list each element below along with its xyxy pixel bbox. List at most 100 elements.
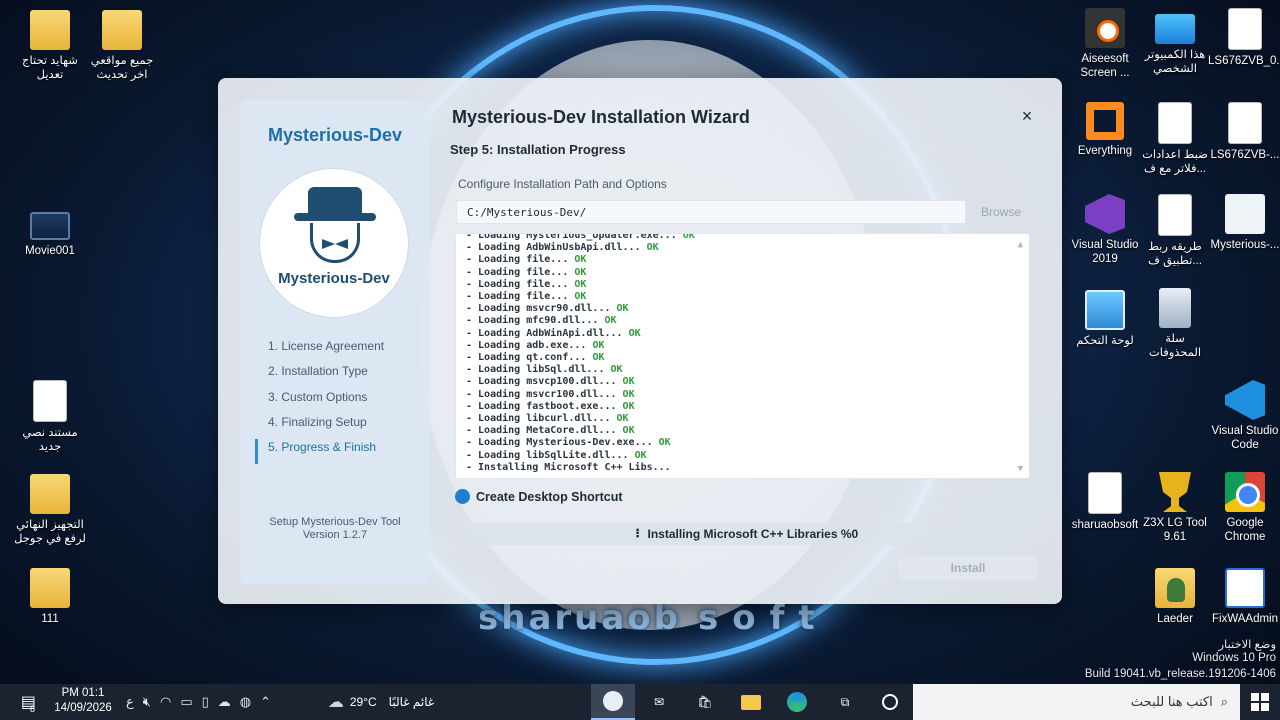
show-hidden-icons-icon[interactable]: ⌃ <box>260 694 271 710</box>
log-line-text: - Loading file... <box>466 291 575 303</box>
weather-widget[interactable]: ☁ 29°C غائم غالبًا <box>316 684 446 720</box>
wallpaper-text-right: soft <box>698 598 829 638</box>
log-line-status: OK <box>634 449 647 461</box>
chrome-file-icon <box>1088 472 1122 514</box>
desktop-icon-movie001[interactable]: Movie001 <box>13 204 87 258</box>
install-log[interactable]: - Loading Mysterious_Updater.exe... OK - … <box>455 233 1030 479</box>
scroll-down-icon[interactable]: ▼ <box>1018 464 1023 474</box>
desktop-icon-control-panel[interactable]: لوحة التحكم <box>1068 290 1142 348</box>
start-button[interactable] <box>1240 684 1280 720</box>
desktop-icon-fixwaadmin[interactable]: FixWAAdmin <box>1208 568 1280 626</box>
everything-icon <box>1086 102 1124 140</box>
log-line: - Loading AdbWinUsbApi.dll... OK <box>466 242 695 254</box>
log-line: - Loading msvcp100.dll... OK <box>466 376 695 388</box>
logo-text: Mysterious-Dev <box>278 270 390 287</box>
log-line-status: OK <box>616 413 629 425</box>
desktop-icon-z3x[interactable]: Z3X LG Tool 9.61 <box>1138 472 1212 544</box>
cortana-icon[interactable] <box>868 684 912 720</box>
windows-build-text: Build 19041.vb_release.191206-1406 <box>1084 668 1276 680</box>
mail-icon[interactable]: ✉ <box>637 684 681 720</box>
log-line: - Loading file... OK <box>466 279 695 291</box>
app-window-icon <box>1225 568 1265 608</box>
file-icon <box>1228 102 1262 144</box>
tray-app-icon[interactable]: ◍ <box>240 694 251 710</box>
desktop-shortcut-option[interactable]: Create Desktop Shortcut <box>455 489 623 504</box>
desktop-icon-111[interactable]: 111 <box>13 568 87 626</box>
close-icon[interactable]: × <box>1018 106 1036 128</box>
desktop-icon-this-pc[interactable]: هذا الكمبيوتر الشخصي <box>1138 8 1212 76</box>
step-progress-finish: 5. Progress & Finish <box>255 439 384 465</box>
onedrive-icon[interactable]: ☁ <box>218 694 231 710</box>
folder-icon <box>30 10 70 50</box>
log-line-status: OK <box>616 303 629 315</box>
search-placeholder: اكتب هنا للبحث <box>1130 694 1213 709</box>
face-icon <box>310 223 360 263</box>
folder-icon <box>30 568 70 608</box>
log-line-text: - Loading adb.exe... <box>466 339 593 351</box>
file-explorer-icon[interactable] <box>729 684 773 720</box>
computer-icon <box>1155 14 1195 44</box>
desktop-icon-my-sites[interactable]: جميع مواقعي اخر تحديث <box>85 10 159 82</box>
desktop-icon-ls676-1[interactable]: LS676ZVB_0... <box>1208 8 1280 68</box>
browse-button[interactable]: Browse <box>972 200 1030 224</box>
windows-logo-icon <box>1251 693 1269 711</box>
desktop-icon-laeder[interactable]: Laeder <box>1138 568 1212 626</box>
volume-muted-icon[interactable]: 🔇︎ <box>143 694 151 710</box>
log-line-text: - Loading mfc90.dll... <box>466 315 605 327</box>
desktop-icon-new-text[interactable]: مستند نصي جديد <box>13 380 87 454</box>
system-tray: ع 🔇︎ ◠ ▭ ▯ ☁ ◍ ⌃ <box>126 684 271 720</box>
desktop-icon-everything[interactable]: Everything <box>1068 102 1142 158</box>
desktop-icon-visual-studio[interactable]: Visual Studio 2019 <box>1068 194 1142 266</box>
taskbar-search[interactable]: اكتب هنا للبحث ⌕ <box>913 684 1240 720</box>
desktop-icon-app-link[interactable]: طريقه ربط تطبيق ف... <box>1138 194 1212 268</box>
log-line-text: - Loading msvcr100.dll... <box>466 388 623 400</box>
clock-time: PM 01:1 <box>61 687 105 699</box>
hat-brim-icon <box>294 213 376 221</box>
log-line-text: - Installing Microsoft C++ Libs... <box>466 461 677 473</box>
file-icon <box>1228 8 1262 50</box>
desktop-icon-certificates[interactable]: شهايد تحتاج تعديل <box>13 10 87 82</box>
desktop-icon-ls676-2[interactable]: LS676ZVB-... <box>1208 102 1280 162</box>
step-list: 1. License Agreement 2. Installation Typ… <box>255 338 384 465</box>
text-file-icon <box>1158 194 1192 236</box>
log-line-text: - Loading qt.conf... <box>466 352 593 364</box>
desktop-icon-mysterious[interactable]: Mysterious-... <box>1208 194 1280 252</box>
battery-icon[interactable]: ▭ <box>180 694 192 710</box>
store-icon[interactable]: 🛍︎ <box>683 684 727 720</box>
desktop-icon-aiseesoft[interactable]: Aiseesoft Screen ... <box>1068 8 1142 80</box>
log-line: - Loading mfc90.dll... OK <box>466 315 695 327</box>
desktop-icon-vscode[interactable]: Visual Studio Code <box>1208 380 1280 452</box>
language-indicator[interactable]: ع <box>126 694 134 710</box>
log-line-status: OK <box>574 266 587 278</box>
notification-center-icon[interactable]: ▤ 8 <box>8 684 48 720</box>
desktop-icon-filters[interactable]: ضبط اعدادات فلاتر مع ف... <box>1138 102 1212 176</box>
log-line-text: - Loading file... <box>466 278 575 290</box>
log-line-text: - Loading libSql.dll... <box>466 364 611 376</box>
recycle-bin-icon <box>1159 288 1191 328</box>
desktop-icon-chrome[interactable]: Google Chrome <box>1208 472 1280 544</box>
radio-checked-icon[interactable] <box>455 489 470 504</box>
desktop-icon-final-prep[interactable]: التجهيز النهائي لرفع في جوجل <box>13 474 87 546</box>
install-path-input[interactable] <box>456 200 966 224</box>
log-line-status: OK <box>682 233 695 241</box>
desktop-icon-sharuaobsoft[interactable]: sharuaobsoft <box>1068 472 1142 532</box>
clock[interactable]: PM 01:1 14/09/2026 <box>50 686 116 716</box>
control-panel-icon <box>1085 290 1125 330</box>
edge-icon[interactable] <box>775 684 819 720</box>
mysterious-dev-icon <box>1225 194 1265 234</box>
log-line-status: OK <box>574 278 587 290</box>
task-view-icon[interactable]: ⧉ <box>823 684 867 720</box>
wifi-icon[interactable]: ◠ <box>160 694 171 710</box>
test-mode-text: وضع الاختبار <box>1218 639 1277 651</box>
mysterious-dev-app-icon[interactable] <box>591 684 635 720</box>
log-line-text: - Loading Mysterious_Updater.exe... <box>466 233 683 241</box>
desktop-icon-recycle-bin[interactable]: سلة المحذوفات <box>1138 288 1212 360</box>
log-line-text: - Loading libcurl.dll... <box>466 413 617 425</box>
user-folder-icon <box>1155 568 1195 608</box>
log-line: - Loading Mysterious_Updater.exe... OK <box>466 233 695 242</box>
scroll-up-icon[interactable]: ▲ <box>1018 240 1023 250</box>
install-button[interactable]: Install <box>898 556 1038 580</box>
usb-icon[interactable]: ▯ <box>202 694 209 710</box>
visual-studio-icon <box>1085 194 1125 234</box>
log-line-status: OK <box>622 425 635 437</box>
